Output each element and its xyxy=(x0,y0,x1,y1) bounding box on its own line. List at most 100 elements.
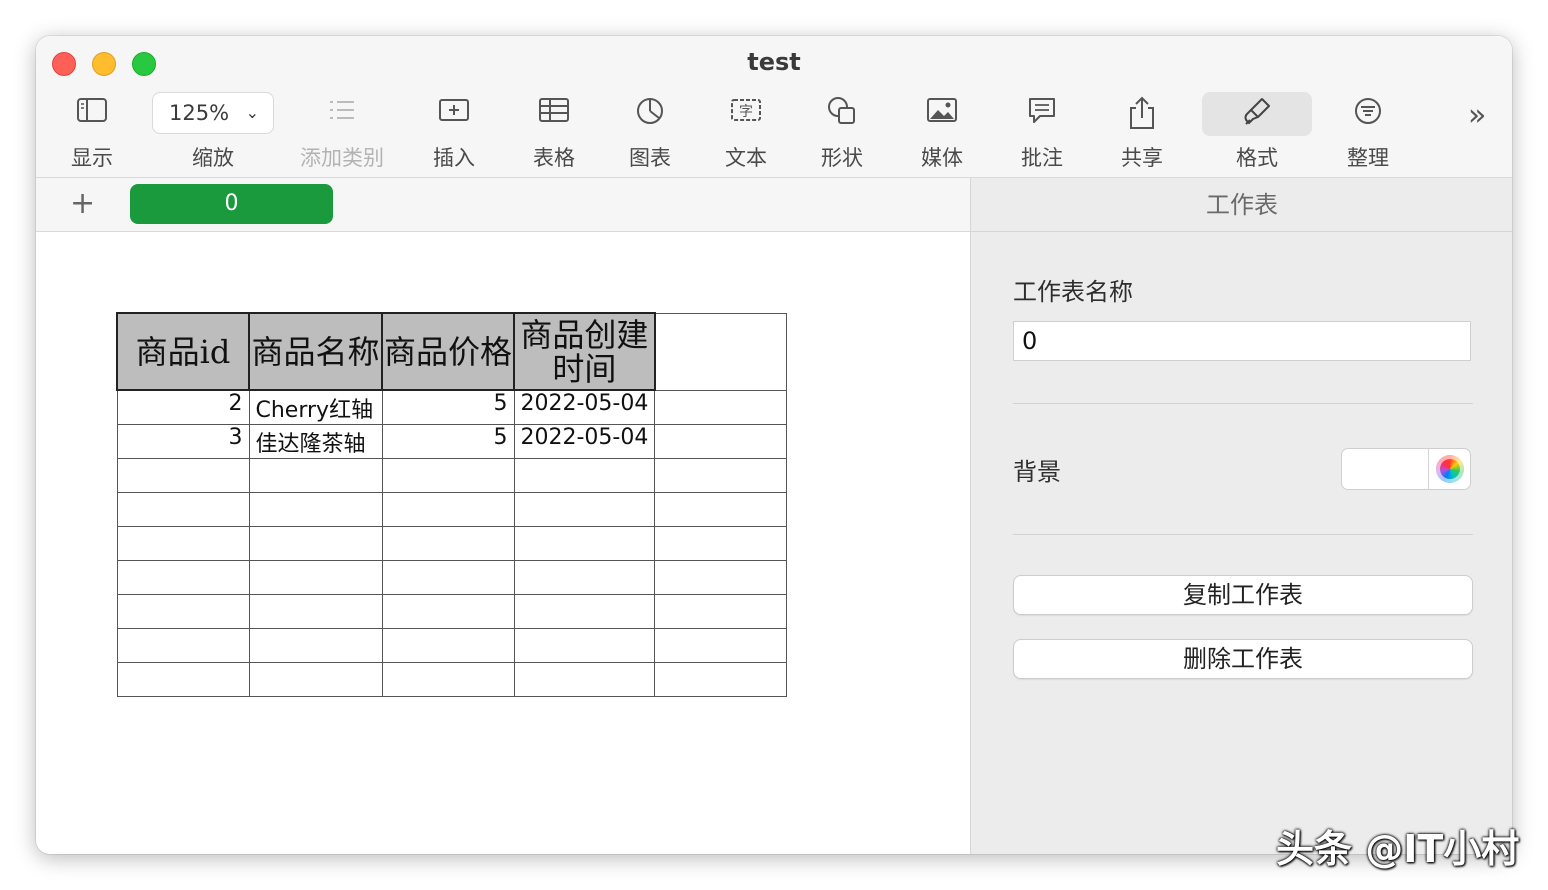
table-cell[interactable] xyxy=(513,457,656,493)
table-cell[interactable] xyxy=(116,525,250,561)
table-cell[interactable] xyxy=(654,423,788,459)
header-cell[interactable]: 商品id xyxy=(116,312,250,391)
table-cell[interactable] xyxy=(116,661,250,697)
table-row xyxy=(116,559,788,595)
zoom-value: 125% xyxy=(169,101,230,125)
table-cell[interactable] xyxy=(654,661,788,697)
divider xyxy=(1013,403,1473,404)
table-cell[interactable]: Cherry红轴 xyxy=(248,389,383,425)
header-cell[interactable]: 商品创建时间 xyxy=(513,312,656,391)
background-color-well[interactable] xyxy=(1341,448,1471,490)
table-cell[interactable]: 5 xyxy=(381,389,515,425)
table-cell[interactable] xyxy=(116,457,250,493)
pie-chart-icon xyxy=(637,98,663,124)
table-cell[interactable]: 3 xyxy=(116,423,250,459)
table-cell[interactable] xyxy=(248,491,383,527)
sheet-name-label: 工作表名称 xyxy=(1013,278,1133,306)
comment-icon xyxy=(1029,98,1055,123)
table-cell[interactable] xyxy=(248,627,383,663)
app-window: test 显示 125% ⌄ 缩放 添加类别 插入 表格 图表 字 文本 形状 … xyxy=(36,36,1512,854)
shape-button[interactable]: 形状 xyxy=(792,92,892,172)
insert-label: 插入 xyxy=(433,146,475,170)
table-row xyxy=(116,525,788,561)
table-cell[interactable] xyxy=(654,491,788,527)
table-cell[interactable]: 2 xyxy=(116,389,250,425)
sidebar-header: 工作表 xyxy=(971,178,1512,232)
paintbrush-icon xyxy=(1244,98,1270,125)
media-label: 媒体 xyxy=(921,146,963,170)
table-cell[interactable] xyxy=(513,593,656,629)
table-cell[interactable] xyxy=(116,559,250,595)
add-category-button[interactable]: 添加类别 xyxy=(292,92,392,172)
view-button[interactable]: 显示 xyxy=(42,92,142,172)
table-cell[interactable] xyxy=(381,661,515,697)
add-sheet-button[interactable]: + xyxy=(70,186,95,221)
table-cell[interactable] xyxy=(248,661,383,697)
organize-button[interactable]: 整理 xyxy=(1318,92,1418,172)
table-cell[interactable] xyxy=(381,457,515,493)
watermark: 头条 @IT小村 xyxy=(1276,827,1520,871)
table-cell[interactable] xyxy=(513,627,656,663)
insert-icon xyxy=(439,99,469,121)
table-cell[interactable] xyxy=(116,593,250,629)
table-cell[interactable]: 佳达隆茶轴 xyxy=(248,423,383,459)
table-cell[interactable] xyxy=(248,525,383,561)
data-table[interactable]: 商品id 商品名称 商品价格 商品创建时间 2 Cherry红轴 5 2022-… xyxy=(116,312,788,697)
format-label: 格式 xyxy=(1236,146,1278,170)
sheet-name-field[interactable]: 0 xyxy=(1013,321,1471,361)
table-cell[interactable] xyxy=(381,559,515,595)
table-cell[interactable] xyxy=(248,457,383,493)
text-button[interactable]: 字 文本 xyxy=(696,92,796,172)
table-cell[interactable] xyxy=(654,627,788,663)
color-wheel-icon[interactable] xyxy=(1436,455,1464,483)
table-cell[interactable] xyxy=(654,312,788,391)
chevron-down-icon: ⌄ xyxy=(245,103,259,122)
share-button[interactable]: 共享 xyxy=(1092,92,1192,172)
format-button[interactable]: 格式 xyxy=(1202,92,1312,172)
format-sidebar: 工作表 工作表名称 0 背景 复制工作表 删除工作表 xyxy=(970,178,1512,854)
table-cell[interactable] xyxy=(381,627,515,663)
toolbar: test 显示 125% ⌄ 缩放 添加类别 插入 表格 图表 字 文本 形状 … xyxy=(36,36,1512,178)
table-cell[interactable] xyxy=(116,491,250,527)
table-cell[interactable] xyxy=(248,559,383,595)
table-row xyxy=(116,593,788,629)
sheet-tab-0[interactable]: 0 xyxy=(130,184,333,224)
table-cell[interactable]: 5 xyxy=(381,423,515,459)
table-cell[interactable] xyxy=(513,559,656,595)
table-cell[interactable] xyxy=(654,559,788,595)
window-title: test xyxy=(747,48,801,76)
organize-label: 整理 xyxy=(1347,146,1389,170)
table-cell[interactable] xyxy=(654,457,788,493)
duplicate-sheet-button[interactable]: 复制工作表 xyxy=(1013,575,1473,615)
header-cell[interactable]: 商品名称 xyxy=(248,312,383,391)
table-button[interactable]: 表格 xyxy=(504,92,604,172)
table-cell[interactable] xyxy=(116,627,250,663)
table-cell[interactable] xyxy=(654,525,788,561)
header-cell[interactable]: 商品价格 xyxy=(381,312,515,391)
table-cell[interactable]: 2022-05-04 xyxy=(513,389,656,425)
table-cell[interactable] xyxy=(513,491,656,527)
media-button[interactable]: 媒体 xyxy=(892,92,992,172)
table-cell[interactable] xyxy=(513,661,656,697)
table-cell[interactable] xyxy=(654,593,788,629)
zoom-select[interactable]: 125% ⌄ xyxy=(152,92,274,134)
table-cell[interactable] xyxy=(248,593,383,629)
chart-button[interactable]: 图表 xyxy=(600,92,700,172)
shape-label: 形状 xyxy=(821,146,863,170)
table-cell[interactable]: 2022-05-04 xyxy=(513,423,656,459)
table-row xyxy=(116,661,788,697)
table-cell[interactable] xyxy=(381,525,515,561)
table-row xyxy=(116,627,788,663)
sheet-tab-bar: + 0 xyxy=(36,178,970,232)
table-cell[interactable] xyxy=(513,525,656,561)
table-cell[interactable] xyxy=(654,389,788,425)
more-tools-icon[interactable]: » xyxy=(1468,98,1486,133)
table-cell[interactable] xyxy=(381,593,515,629)
table-cell[interactable] xyxy=(381,491,515,527)
delete-sheet-button[interactable]: 删除工作表 xyxy=(1013,639,1473,679)
insert-button[interactable]: 插入 xyxy=(404,92,504,172)
list-icon xyxy=(330,101,354,119)
background-label: 背景 xyxy=(1013,458,1061,486)
chart-label: 图表 xyxy=(629,146,671,170)
comment-button[interactable]: 批注 xyxy=(992,92,1092,172)
